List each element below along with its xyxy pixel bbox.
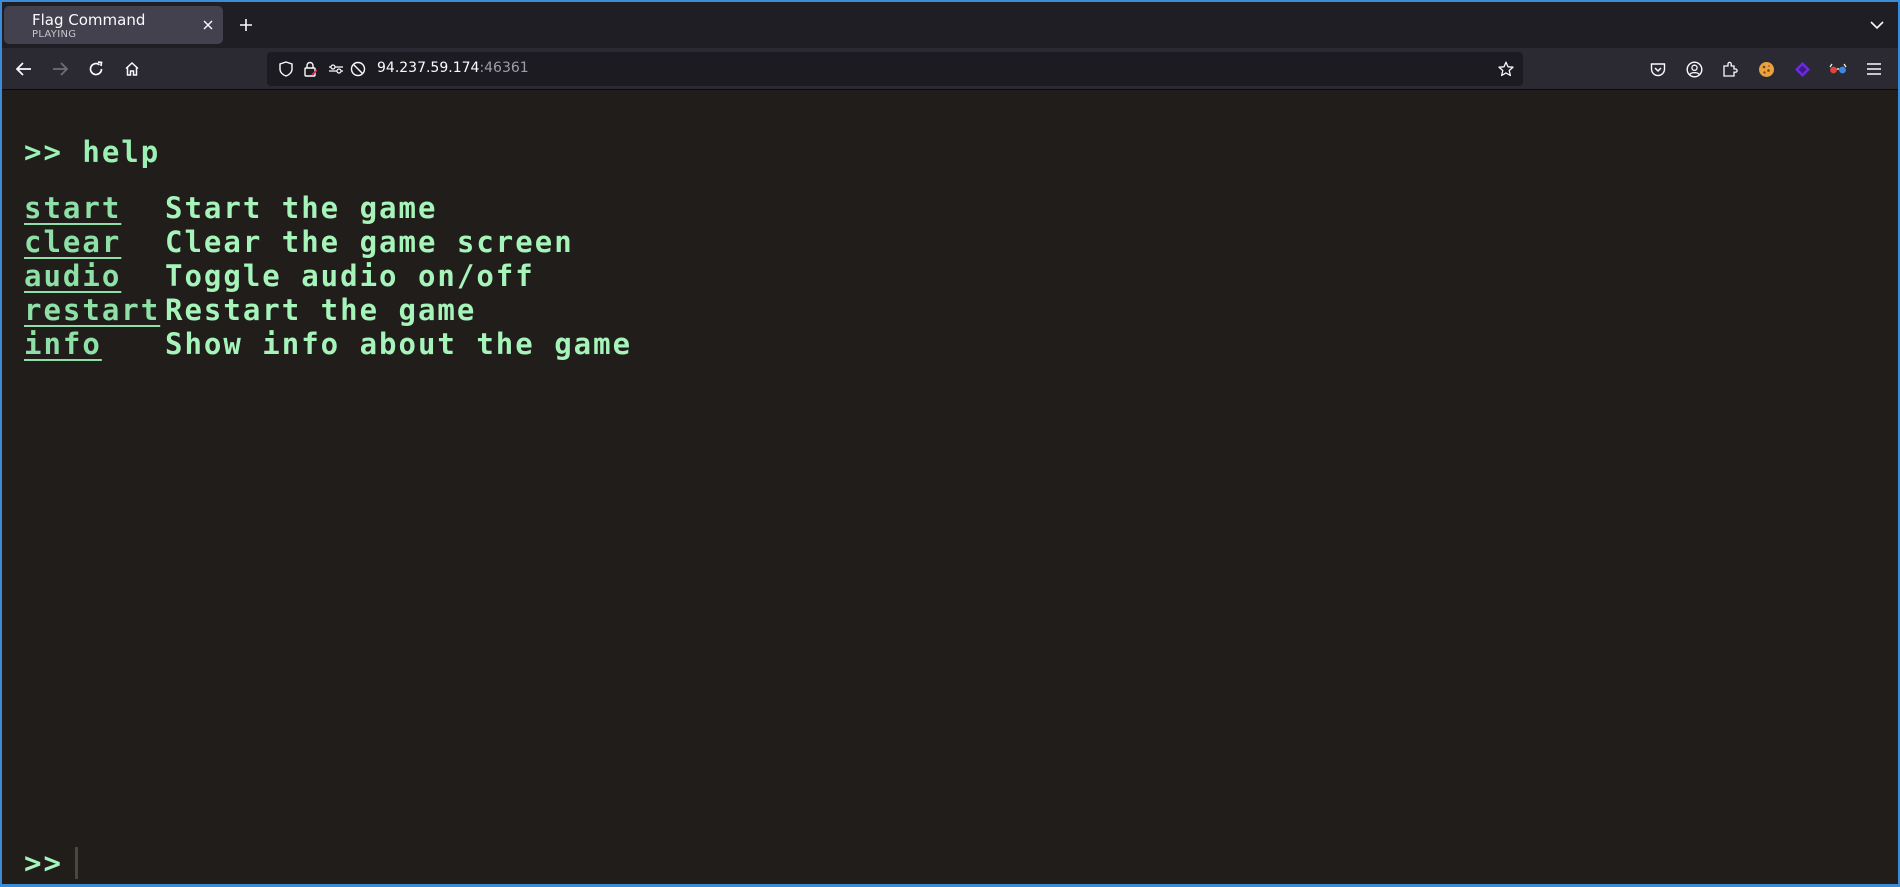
lock-icon[interactable] [301,60,319,78]
blocked-icon[interactable] [349,60,367,78]
shield-icon[interactable] [277,60,295,78]
account-icon[interactable] [1682,57,1706,81]
game-terminal: >> help start Start the game clear Clear… [2,91,1898,884]
help-row-clear: clear Clear the game screen [24,225,572,259]
tab-playing-indicator: PLAYING [32,29,77,40]
forward-arrow-icon[interactable] [46,55,74,83]
reload-icon[interactable] [82,55,110,83]
help-row-audio: audio Toggle audio on/off [24,259,533,293]
echoed-command: >> help [24,135,161,169]
help-row-start: start Start the game [24,191,435,225]
tab-title: Flag Command [32,11,146,29]
tab-strip: Flag Command PLAYING [2,2,1898,48]
command-description: Show info about the game [165,327,633,361]
purple-extension-icon[interactable] [1790,57,1814,81]
command-input[interactable] [74,847,975,879]
chevron-down-icon[interactable] [1866,14,1888,36]
command-link-restart[interactable]: restart [24,293,160,327]
back-arrow-icon[interactable] [10,55,38,83]
input-prompt: >> [24,846,63,880]
url-text[interactable]: 94.237.59.174:46361 [377,60,529,76]
cookie-extension-icon[interactable] [1754,57,1778,81]
command-link-audio[interactable]: audio [24,259,121,293]
command-link-start[interactable]: start [24,191,121,225]
url-port: :46361 [479,60,529,76]
command-link-info[interactable]: info [24,327,102,361]
command-description: Restart the game [165,293,477,327]
permissions-icon[interactable] [327,60,345,78]
home-icon[interactable] [118,55,146,83]
navigation-toolbar: 94.237.59.174:46361 [2,48,1898,90]
help-command-list: start Start the game clear Clear the gam… [24,191,630,361]
puzzle-icon[interactable] [1718,57,1742,81]
glasses-extension-icon[interactable] [1826,57,1850,81]
command-description: Clear the game screen [165,225,574,259]
command-description: Start the game [165,191,438,225]
pocket-icon[interactable] [1646,57,1670,81]
browser-window: Flag Command PLAYING 94.237.59.174:46361… [0,0,1900,887]
help-row-restart: restart Restart the game [24,293,474,327]
close-icon[interactable] [199,16,217,34]
help-row-info: info Show info about the game [24,327,630,361]
tab-flag-command[interactable]: Flag Command PLAYING [4,6,223,44]
plus-icon[interactable] [235,14,257,36]
url-host: 94.237.59.174 [377,60,480,76]
hamburger-menu-icon[interactable] [1862,57,1886,81]
star-icon[interactable] [1497,60,1515,78]
command-description: Toggle audio on/off [165,259,535,293]
command-link-clear[interactable]: clear [24,225,121,259]
url-bar[interactable]: 94.237.59.174:46361 [267,52,1523,86]
command-input-line: >> [24,846,975,880]
